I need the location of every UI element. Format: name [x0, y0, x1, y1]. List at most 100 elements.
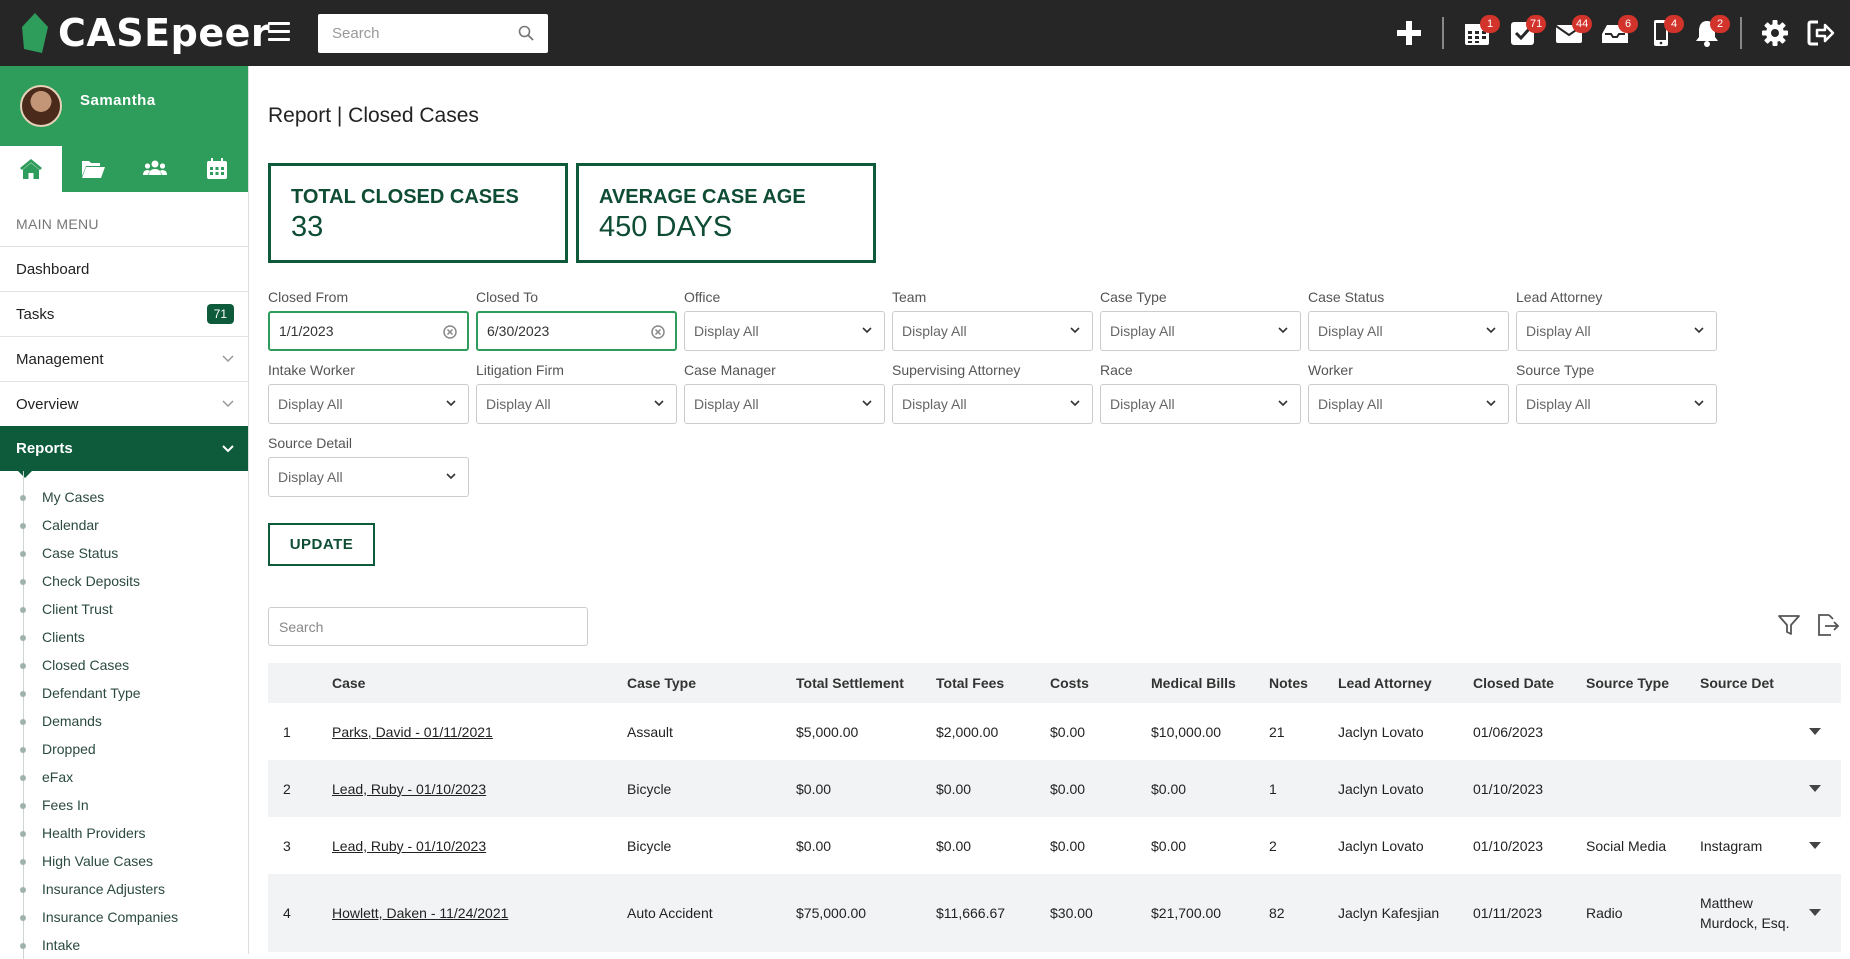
- table-row[interactable]: 1 Parks, David - 01/11/2021 Assault $5,0…: [268, 703, 1841, 760]
- closed-to-input[interactable]: 6/30/2023: [476, 311, 677, 351]
- report-check-deposits[interactable]: Check Deposits: [0, 567, 248, 595]
- litigation-firm-select[interactable]: Display All: [476, 384, 677, 424]
- case-link[interactable]: Howlett, Daken - 11/24/2021: [332, 905, 508, 921]
- col-header-medical-bills[interactable]: Medical Bills: [1151, 675, 1269, 691]
- sidebar-item-dashboard[interactable]: Dashboard: [0, 246, 248, 291]
- case-link[interactable]: Parks, David - 01/11/2021: [332, 724, 493, 740]
- search-icon[interactable]: [518, 25, 534, 41]
- global-search-input[interactable]: [318, 14, 508, 53]
- case-type-select[interactable]: Display All: [1100, 311, 1301, 351]
- settings-button[interactable]: [1752, 13, 1798, 53]
- source-type-select[interactable]: Display All: [1516, 384, 1717, 424]
- cell-total-fees: $11,666.67: [936, 905, 1006, 921]
- col-header-closed-date[interactable]: Closed Date: [1473, 675, 1586, 691]
- phone-button[interactable]: 4: [1638, 13, 1684, 53]
- filter-value: Display All: [902, 323, 967, 339]
- office-select[interactable]: Display All: [684, 311, 885, 351]
- case-status-select[interactable]: Display All: [1308, 311, 1509, 351]
- cell-costs: $30.00: [1050, 905, 1093, 921]
- report-intake[interactable]: Intake: [0, 931, 248, 959]
- avatar[interactable]: [20, 85, 62, 127]
- export-file-icon[interactable]: [1814, 612, 1840, 638]
- col-header-total-fees[interactable]: Total Fees: [936, 675, 1050, 691]
- tab-calendar[interactable]: [186, 146, 248, 192]
- report-my-cases[interactable]: My Cases: [0, 483, 248, 511]
- tab-cases[interactable]: [62, 146, 124, 192]
- cell-total-settlement: $0.00: [796, 780, 832, 797]
- notifications-button[interactable]: 2: [1684, 13, 1730, 53]
- report-calendar[interactable]: Calendar: [0, 511, 248, 539]
- cell-total-fees: $0.00: [936, 780, 972, 797]
- source-detail-select[interactable]: Display All: [268, 457, 469, 497]
- caret-down-icon[interactable]: [1809, 841, 1821, 850]
- caret-down-icon[interactable]: [1809, 909, 1821, 917]
- report-defendant-type[interactable]: Defendant Type: [0, 679, 248, 707]
- sidebar-item-overview[interactable]: Overview: [0, 381, 248, 426]
- tab-home[interactable]: [0, 146, 62, 192]
- report-insurance-companies[interactable]: Insurance Companies: [0, 903, 248, 931]
- col-header-total-settlement[interactable]: Total Settlement: [796, 675, 936, 691]
- report-case-status[interactable]: Case Status: [0, 539, 248, 567]
- report-efax[interactable]: eFax: [0, 763, 248, 791]
- lead-attorney-select[interactable]: Display All: [1516, 311, 1717, 351]
- case-link[interactable]: Lead, Ruby - 01/10/2023: [332, 838, 486, 854]
- cell-total-fees: $0.00: [936, 837, 972, 854]
- case-link[interactable]: Lead, Ruby - 01/10/2023: [332, 781, 486, 797]
- filter-value: Display All: [694, 396, 759, 412]
- team-select[interactable]: Display All: [892, 311, 1093, 351]
- closed-from-input[interactable]: 1/1/2023: [268, 311, 469, 351]
- report-dropped[interactable]: Dropped: [0, 735, 248, 763]
- sidebar-item-tasks[interactable]: Tasks 71: [0, 291, 248, 336]
- filter-label: Case Status: [1308, 289, 1385, 305]
- chevron-down-icon: [1486, 327, 1496, 334]
- average-case-age-card: AVERAGE CASE AGE 450 DAYS: [576, 163, 876, 263]
- update-button[interactable]: UPDATE: [268, 523, 375, 566]
- filter-funnel-icon[interactable]: [1776, 612, 1802, 638]
- clear-circle-icon[interactable]: [651, 325, 665, 339]
- table-row[interactable]: 2 Lead, Ruby - 01/10/2023 Bicycle $0.00 …: [268, 760, 1841, 817]
- race-select[interactable]: Display All: [1100, 384, 1301, 424]
- tasks-button[interactable]: 71: [1500, 13, 1547, 53]
- report-client-trust[interactable]: Client Trust: [0, 595, 248, 623]
- col-header-lead-attorney[interactable]: Lead Attorney: [1338, 675, 1473, 691]
- col-header-case[interactable]: Case: [332, 675, 627, 691]
- add-button[interactable]: [1386, 13, 1432, 53]
- casepeer-logo[interactable]: CASEpeer: [22, 10, 270, 56]
- col-header-costs[interactable]: Costs: [1050, 675, 1151, 691]
- report-clients[interactable]: Clients: [0, 623, 248, 651]
- sidebar-nav-tabs: [0, 146, 248, 192]
- sidebar-item-label: Reports: [16, 440, 73, 457]
- mail-button[interactable]: 44: [1546, 13, 1593, 53]
- col-header-notes[interactable]: Notes: [1269, 675, 1338, 691]
- tab-contacts[interactable]: [124, 146, 186, 192]
- filter-worker: Worker Display All: [1308, 362, 1509, 424]
- caret-down-icon[interactable]: [1809, 727, 1821, 736]
- supervising-attorney-select[interactable]: Display All: [892, 384, 1093, 424]
- clear-circle-icon[interactable]: [443, 325, 457, 339]
- report-closed-cases[interactable]: Closed Cases: [0, 651, 248, 679]
- logout-button[interactable]: [1798, 13, 1844, 53]
- sidebar-item-reports[interactable]: Reports: [0, 426, 248, 478]
- report-fees-in[interactable]: Fees In: [0, 791, 248, 819]
- col-header-case-type[interactable]: Case Type: [627, 675, 796, 691]
- case-manager-select[interactable]: Display All: [684, 384, 885, 424]
- intake-worker-select[interactable]: Display All: [268, 384, 469, 424]
- worker-select[interactable]: Display All: [1308, 384, 1509, 424]
- report-insurance-adjusters[interactable]: Insurance Adjusters: [0, 875, 248, 903]
- report-demands[interactable]: Demands: [0, 707, 248, 735]
- logo-text: CASEpeer: [58, 11, 271, 55]
- hamburger-menu-icon[interactable]: [268, 22, 290, 42]
- caret-down-icon[interactable]: [1809, 784, 1821, 793]
- cell-lead-attorney: Jaclyn Kafesjian: [1338, 905, 1440, 921]
- report-health-providers[interactable]: Health Providers: [0, 819, 248, 847]
- calendar-button[interactable]: 1: [1454, 13, 1500, 53]
- col-header-source-detail[interactable]: Source Det: [1700, 673, 1790, 693]
- sidebar-item-management[interactable]: Management: [0, 336, 248, 381]
- table-row[interactable]: 4 Howlett, Daken - 11/24/2021 Auto Accid…: [268, 874, 1841, 952]
- col-header-source-type[interactable]: Source Type: [1586, 675, 1700, 691]
- table-search-input[interactable]: [268, 607, 588, 646]
- inbox-button[interactable]: 6: [1592, 13, 1638, 53]
- report-high-value-cases[interactable]: High Value Cases: [0, 847, 248, 875]
- table-row[interactable]: 3 Lead, Ruby - 01/10/2023 Bicycle $0.00 …: [268, 817, 1841, 874]
- user-profile[interactable]: Samantha: [0, 66, 248, 146]
